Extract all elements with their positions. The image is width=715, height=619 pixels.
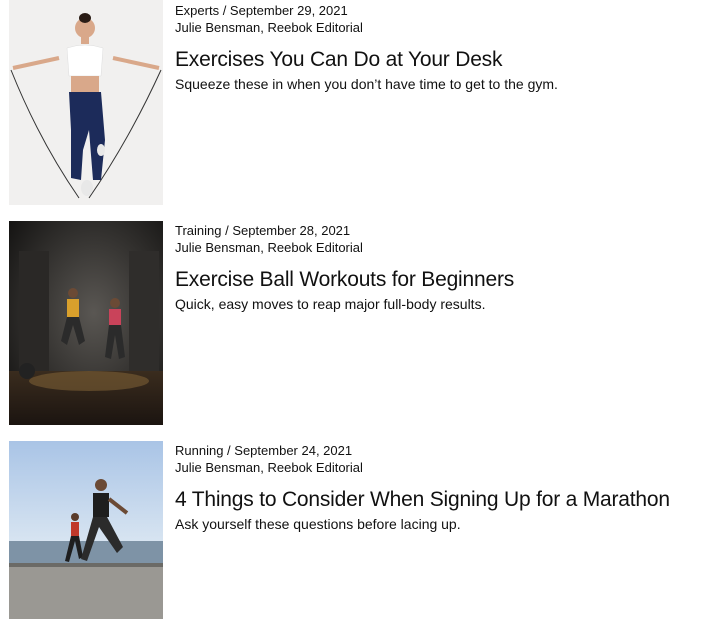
two-runners-photo-icon bbox=[9, 441, 163, 619]
article-thumbnail[interactable] bbox=[9, 441, 163, 619]
article-date: September 24, 2021 bbox=[234, 443, 353, 458]
article-description: Ask yourself these questions before laci… bbox=[175, 516, 461, 532]
woman-jump-rope-photo-icon bbox=[9, 0, 163, 205]
article-category-link[interactable]: Training bbox=[175, 223, 221, 238]
article-card: Experts / September 29, 2021 Julie Bensm… bbox=[9, 0, 709, 205]
article-date: September 28, 2021 bbox=[232, 223, 351, 238]
article-title-link[interactable]: Exercise Ball Workouts for Beginners bbox=[175, 267, 514, 293]
article-description: Quick, easy moves to reap major full-bod… bbox=[175, 296, 486, 312]
article-title-link[interactable]: 4 Things to Consider When Signing Up for… bbox=[175, 487, 670, 513]
article-description: Squeeze these in when you don’t have tim… bbox=[175, 76, 558, 92]
meta-separator: / bbox=[219, 3, 230, 18]
article-meta: Running / September 24, 2021 bbox=[175, 442, 352, 459]
meta-separator: / bbox=[221, 223, 233, 238]
article-author: Julie Bensman, Reebok Editorial bbox=[175, 460, 363, 475]
article-category-link[interactable]: Experts bbox=[175, 3, 219, 18]
article-author: Julie Bensman, Reebok Editorial bbox=[175, 20, 363, 35]
article-author: Julie Bensman, Reebok Editorial bbox=[175, 240, 363, 255]
article-category-link[interactable]: Running bbox=[175, 443, 223, 458]
article-title-link[interactable]: Exercises You Can Do at Your Desk bbox=[175, 47, 502, 73]
article-meta: Experts / September 29, 2021 bbox=[175, 2, 348, 19]
article-card: Training / September 28, 2021 Julie Bens… bbox=[9, 221, 709, 425]
two-people-exercising-photo-icon bbox=[9, 221, 163, 425]
article-thumbnail[interactable] bbox=[9, 221, 163, 425]
article-date: September 29, 2021 bbox=[229, 3, 348, 18]
article-card: Running / September 24, 2021 Julie Bensm… bbox=[9, 441, 709, 619]
article-thumbnail[interactable] bbox=[9, 0, 163, 205]
meta-separator: / bbox=[223, 443, 235, 458]
article-meta: Training / September 28, 2021 bbox=[175, 222, 350, 239]
